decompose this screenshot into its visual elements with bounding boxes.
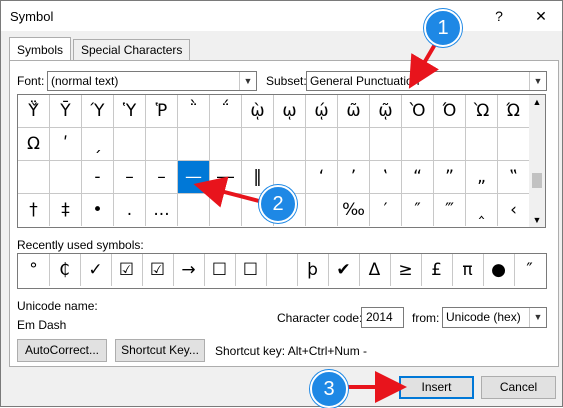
annotation-badge-3: 3: [310, 370, 348, 408]
annotation-badge-2: 2: [259, 185, 297, 223]
symbol-dialog: Symbol ? ✕ Symbols Special Characters Fo…: [0, 0, 563, 408]
arrow-to-em-dash: [193, 176, 264, 208]
annotation-badge-1: 1: [424, 9, 462, 47]
arrow-to-subset: [408, 39, 439, 89]
